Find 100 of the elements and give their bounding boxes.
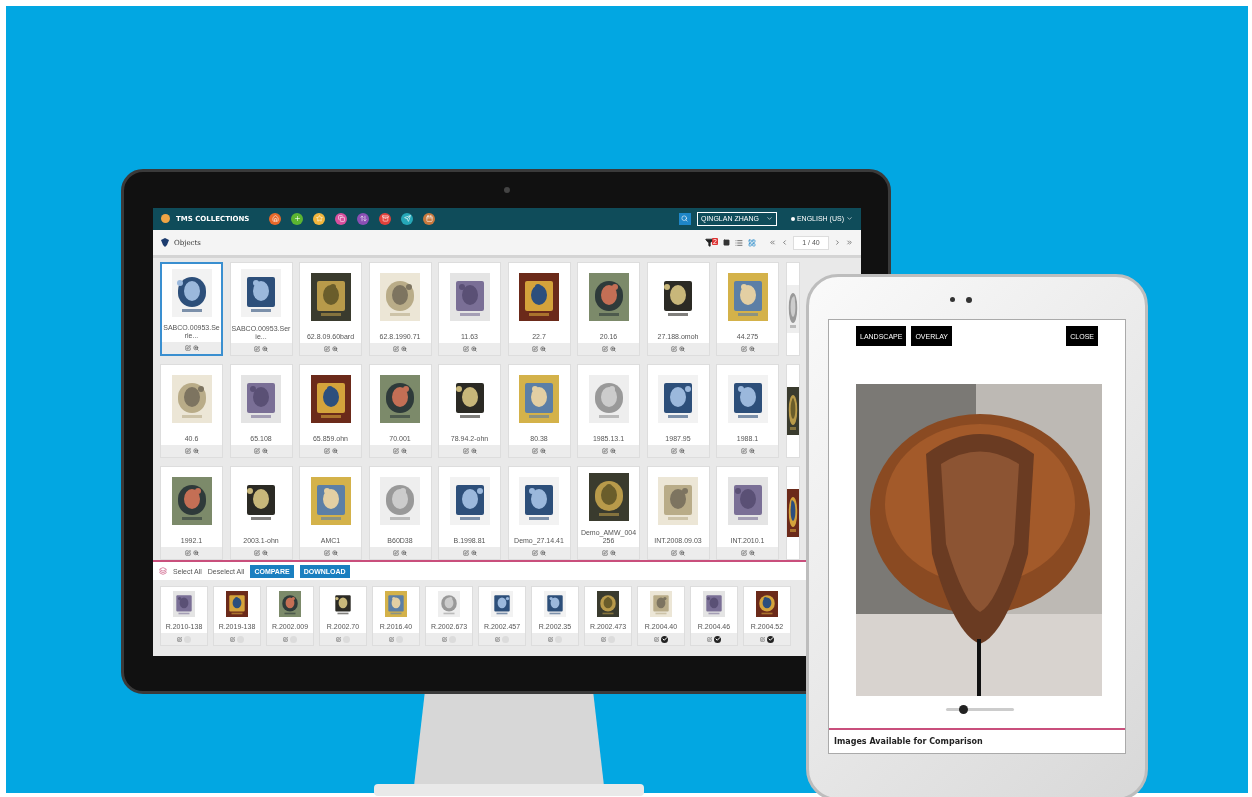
edit-icon[interactable] <box>532 346 538 353</box>
first-page-icon[interactable] <box>769 239 776 247</box>
nav-icon <box>403 215 411 223</box>
edit-icon[interactable] <box>601 346 608 353</box>
edit-icon[interactable] <box>184 345 191 352</box>
edit-icon[interactable] <box>740 448 747 455</box>
edit-icon[interactable] <box>442 636 447 642</box>
next-page-icon[interactable] <box>834 239 841 247</box>
zoom-icon[interactable] <box>470 550 477 557</box>
zoom-icon[interactable] <box>609 346 616 353</box>
checkbox[interactable] <box>661 635 668 643</box>
edit-icon[interactable] <box>462 448 469 455</box>
zoom-icon[interactable] <box>470 346 477 353</box>
edit-icon[interactable] <box>336 636 341 642</box>
zoom-icon[interactable] <box>540 346 546 353</box>
edit-icon[interactable] <box>393 346 399 353</box>
previous-page-icon[interactable] <box>781 239 788 247</box>
zoom-icon[interactable] <box>748 346 755 353</box>
edit-icon[interactable] <box>177 636 182 642</box>
nav-button[interactable] <box>423 212 436 225</box>
last-page-icon[interactable] <box>846 239 853 247</box>
edit-icon[interactable] <box>283 636 288 642</box>
edit-icon[interactable] <box>740 346 747 353</box>
edit-icon[interactable] <box>740 550 747 557</box>
zoom-icon[interactable] <box>331 550 338 557</box>
edit-icon[interactable] <box>462 550 469 557</box>
edit-icon[interactable] <box>601 636 606 642</box>
edit-icon[interactable] <box>393 550 399 557</box>
nav-button[interactable] <box>291 212 304 225</box>
zoom-icon[interactable] <box>331 448 338 455</box>
nav-button[interactable] <box>401 212 414 225</box>
edit-icon[interactable] <box>601 448 608 455</box>
edit-icon[interactable] <box>393 448 399 455</box>
checkbox[interactable] <box>714 635 721 643</box>
sensor-icon <box>950 297 955 302</box>
object-card[interactable] <box>785 364 800 459</box>
edit-icon[interactable] <box>323 550 330 557</box>
single-view-icon[interactable] <box>723 239 730 247</box>
edit-icon[interactable] <box>323 346 330 353</box>
edit-icon[interactable] <box>671 346 677 353</box>
grid-view-icon[interactable] <box>748 238 756 247</box>
zoom-icon[interactable] <box>401 346 407 353</box>
zoom-icon[interactable] <box>540 448 546 455</box>
zoom-icon[interactable] <box>609 550 616 557</box>
nav-icon <box>359 215 367 223</box>
zoom-icon[interactable] <box>609 448 616 455</box>
edit-icon[interactable] <box>548 636 553 642</box>
dot-icon <box>790 216 795 221</box>
caret-icon <box>846 215 853 223</box>
zoom-slider[interactable] <box>946 707 1014 711</box>
edit-icon[interactable] <box>671 448 677 455</box>
nav-button[interactable] <box>335 212 348 225</box>
nav-icon <box>381 215 389 223</box>
edit-icon[interactable] <box>254 550 260 557</box>
zoom-icon[interactable] <box>192 448 199 455</box>
nav-icon <box>425 215 433 223</box>
edit-icon[interactable] <box>254 346 260 353</box>
camera-icon <box>966 297 972 303</box>
zoom-icon[interactable] <box>401 448 407 455</box>
zoom-icon[interactable] <box>748 550 755 557</box>
zoom-icon[interactable] <box>679 448 685 455</box>
nav-button[interactable] <box>269 212 282 225</box>
object-card[interactable] <box>785 466 800 561</box>
nav-button[interactable] <box>313 212 326 225</box>
edit-icon[interactable] <box>654 636 659 642</box>
edit-icon[interactable] <box>184 448 191 455</box>
edit-icon[interactable] <box>254 448 260 455</box>
zoom-icon[interactable] <box>192 345 199 352</box>
zoom-icon[interactable] <box>262 550 268 557</box>
edit-icon[interactable] <box>671 550 677 557</box>
edit-icon[interactable] <box>389 636 394 642</box>
zoom-icon[interactable] <box>192 550 199 557</box>
edit-icon[interactable] <box>601 550 608 557</box>
zoom-icon[interactable] <box>679 346 685 353</box>
zoom-icon[interactable] <box>331 346 338 353</box>
list-view-icon[interactable] <box>735 238 743 247</box>
edit-icon[interactable] <box>532 448 538 455</box>
edit-icon[interactable] <box>707 636 712 642</box>
zoom-icon[interactable] <box>401 550 407 557</box>
zoom-icon[interactable] <box>262 448 268 455</box>
zoom-icon[interactable] <box>540 550 546 557</box>
logo-icon <box>161 214 170 224</box>
zoom-icon[interactable] <box>679 550 685 557</box>
search-button[interactable] <box>678 212 691 225</box>
edit-icon[interactable] <box>184 550 191 557</box>
zoom-icon[interactable] <box>470 448 477 455</box>
slider-thumb[interactable] <box>959 704 968 714</box>
edit-icon[interactable] <box>323 448 330 455</box>
zoom-icon[interactable] <box>748 448 755 455</box>
edit-icon[interactable] <box>495 636 500 642</box>
nav-button[interactable] <box>357 212 370 225</box>
stack-icon <box>159 567 167 576</box>
comparison-caption: Images Available for Comparison <box>833 736 984 748</box>
edit-icon[interactable] <box>760 636 765 642</box>
nav-button[interactable] <box>379 212 392 225</box>
edit-icon[interactable] <box>230 636 235 642</box>
edit-icon[interactable] <box>532 550 538 557</box>
edit-icon[interactable] <box>462 346 469 353</box>
zoom-icon[interactable] <box>262 346 268 353</box>
checkbox[interactable] <box>767 635 774 643</box>
